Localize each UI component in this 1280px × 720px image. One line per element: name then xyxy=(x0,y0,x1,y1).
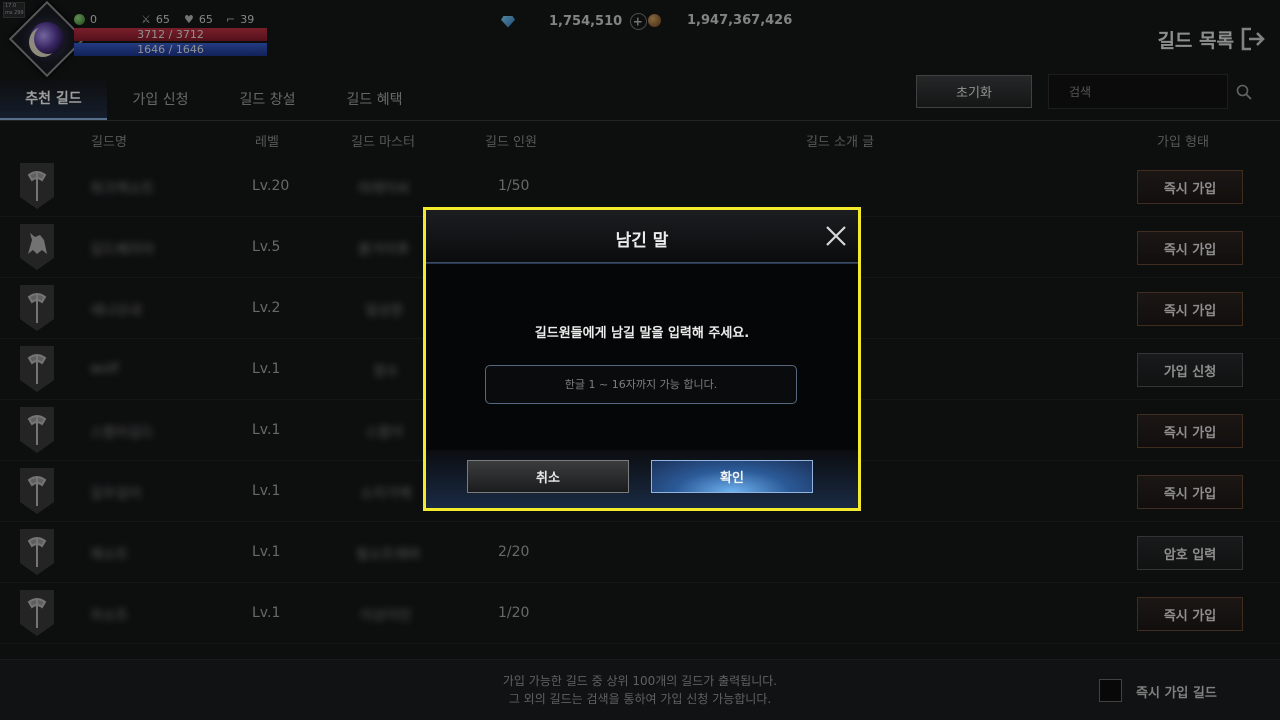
cancel-button[interactable]: 취소 xyxy=(467,460,629,493)
close-icon[interactable] xyxy=(824,224,848,248)
farewell-message-dialog: 남긴 말 길드원들에게 남길 말을 입력해 주세요. 한글 1 ~ 16자까지 … xyxy=(423,207,861,511)
dialog-footer: 취소 확인 xyxy=(426,450,858,508)
dialog-header: 남긴 말 xyxy=(426,210,858,263)
dialog-message: 길드원들에게 남길 말을 입력해 주세요. xyxy=(534,326,750,341)
dialog-title: 남긴 말 xyxy=(615,231,669,251)
message-input[interactable]: 한글 1 ~ 16자까지 가능 합니다. xyxy=(485,365,797,404)
confirm-button[interactable]: 확인 xyxy=(651,460,813,493)
